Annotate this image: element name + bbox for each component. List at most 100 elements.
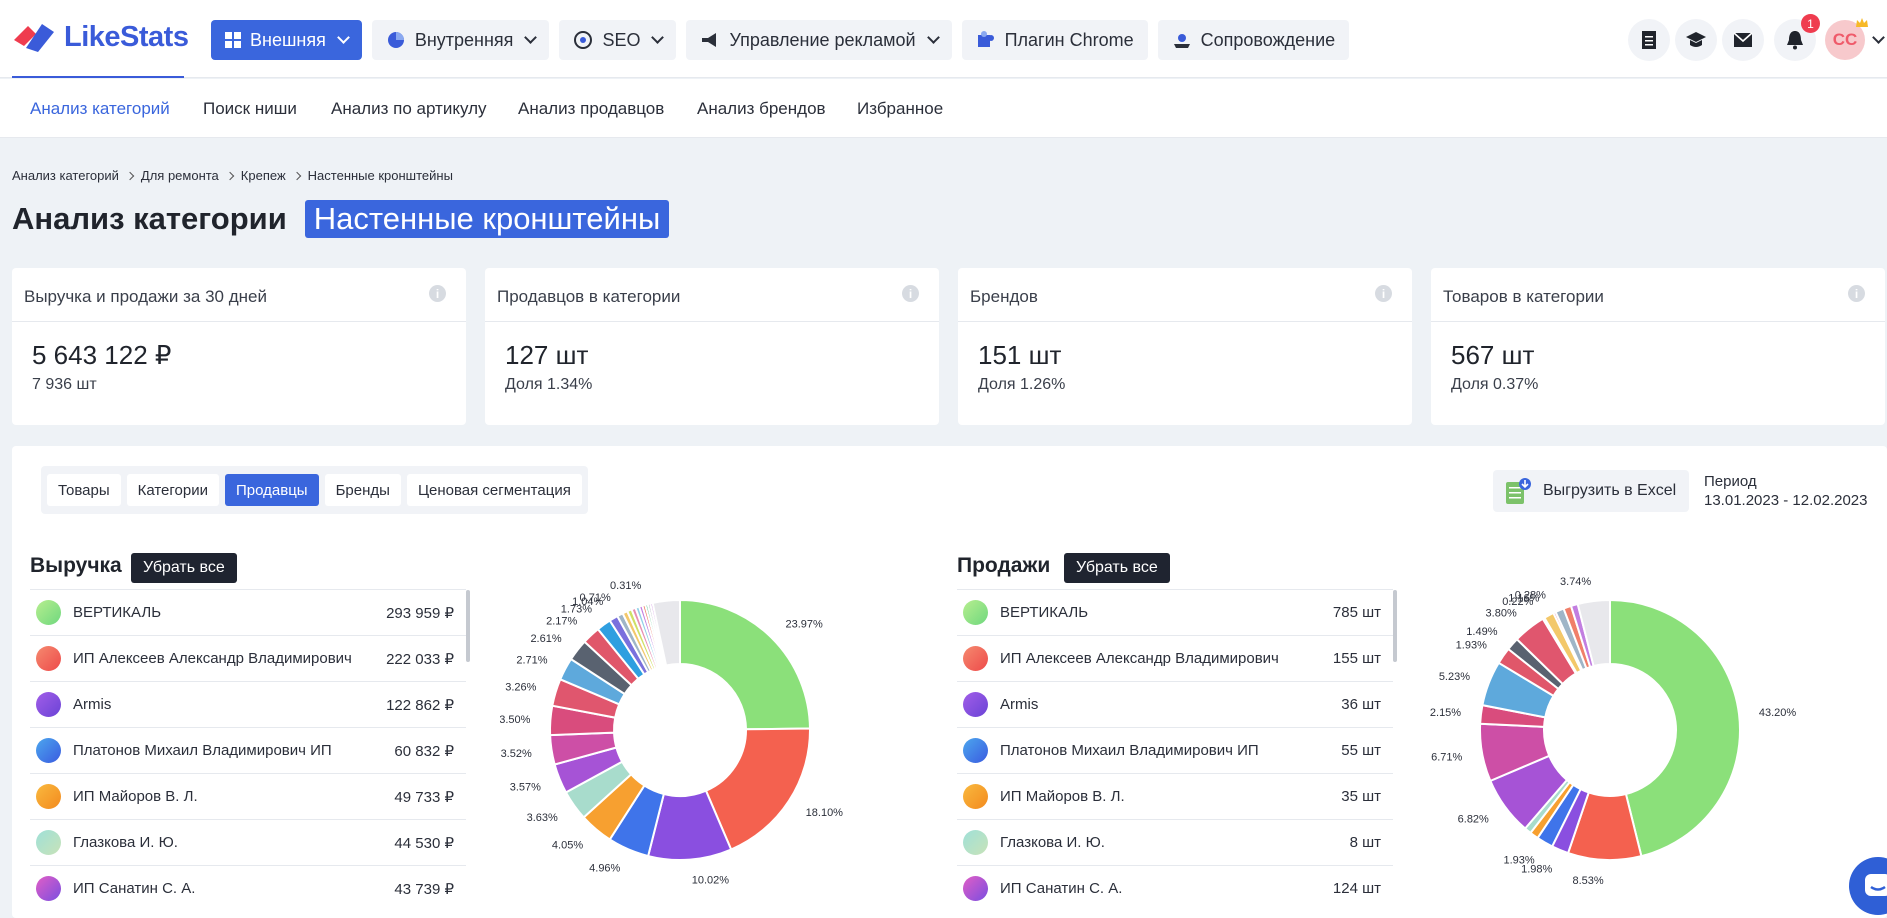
list-item[interactable]: ИП Алексеев Александр Владимирович 222 03… bbox=[30, 635, 466, 681]
chevron-down-icon[interactable] bbox=[1872, 31, 1885, 44]
list-item[interactable]: Глазкова И. Ю. 44 530 ₽ bbox=[30, 819, 466, 865]
avatar-initials: CC bbox=[1832, 30, 1858, 49]
brands-card: Брендов i 151 шт Доля 1.26% bbox=[958, 268, 1412, 425]
info-icon[interactable]: i bbox=[1375, 285, 1392, 302]
tab-sellers[interactable]: Продавцы bbox=[225, 474, 319, 506]
seo-icon bbox=[574, 31, 593, 49]
tab-products[interactable]: Товары bbox=[47, 474, 121, 506]
list-item[interactable]: ИП Майоров В. Л. 49 733 ₽ bbox=[30, 773, 466, 819]
period: Период 13.01.2023 - 12.02.2023 bbox=[1704, 472, 1867, 510]
scrollbar[interactable] bbox=[466, 590, 470, 662]
info-icon[interactable]: i bbox=[1848, 285, 1865, 302]
slice-label: 6.71% bbox=[1431, 751, 1462, 763]
chevron-right-icon bbox=[225, 171, 235, 180]
list-item[interactable]: ИП Санатин С. А. 43 739 ₽ bbox=[30, 865, 466, 911]
slice-label: 23.97% bbox=[785, 618, 823, 630]
tab-categories[interactable]: Категории bbox=[126, 474, 219, 506]
list-item[interactable]: Платонов Михаил Владимирович ИП 55 шт bbox=[957, 727, 1393, 773]
breadcrumb-item[interactable]: Крепеж bbox=[241, 168, 286, 183]
list-item[interactable]: Глазкова И. Ю. 8 шт bbox=[957, 819, 1393, 865]
nav-internal[interactable]: Внутренняя bbox=[371, 20, 550, 60]
slice-label: 2.71% bbox=[516, 655, 547, 667]
nav-external[interactable]: Внешняя bbox=[211, 20, 362, 60]
revenue-card: Выручка и продажи за 30 дней i 5 643 122… bbox=[12, 268, 466, 425]
subnav-favorites[interactable]: Избранное bbox=[857, 99, 943, 119]
education-button[interactable] bbox=[1675, 19, 1717, 61]
breadcrumb: Анализ категорий Для ремонта Крепеж Наст… bbox=[12, 168, 453, 183]
color-dot bbox=[36, 600, 61, 625]
seller-value: 155 шт bbox=[1332, 650, 1381, 667]
logo-text: LikeStats bbox=[64, 20, 189, 53]
list-item[interactable]: ИП Майоров В. Л. 35 шт bbox=[957, 773, 1393, 819]
list-item[interactable]: ИП Алексеев Александр Владимирович 155 шт bbox=[957, 635, 1393, 681]
color-dot bbox=[963, 692, 988, 717]
logo[interactable]: LikeStats bbox=[12, 20, 189, 54]
chevron-down-icon bbox=[926, 31, 940, 44]
chat-button[interactable]: 1 bbox=[1849, 857, 1887, 915]
crown-icon bbox=[1856, 18, 1868, 27]
nav-seo-label: SEO bbox=[602, 29, 641, 50]
chevron-right-icon bbox=[125, 171, 135, 180]
document-icon bbox=[1642, 31, 1656, 49]
color-dot bbox=[36, 646, 61, 671]
subnav-brand-analysis[interactable]: Анализ брендов bbox=[697, 99, 826, 119]
clear-all-button[interactable]: Убрать все bbox=[131, 553, 237, 583]
nav-chrome-plugin[interactable]: Плагин Chrome bbox=[961, 20, 1148, 60]
card-value: 127 шт bbox=[505, 340, 589, 370]
card-value: 151 шт bbox=[978, 340, 1062, 370]
list-item[interactable]: Armis 122 862 ₽ bbox=[30, 681, 466, 727]
clear-all-button[interactable]: Убрать все bbox=[1064, 553, 1170, 583]
tab-bar: Товары Категории Продавцы Бренды Ценовая… bbox=[41, 466, 588, 514]
graduation-cap-icon bbox=[1686, 32, 1706, 47]
card-title: Товаров в категории bbox=[1431, 268, 1885, 322]
nav-seo[interactable]: SEO bbox=[559, 20, 677, 60]
slice-label: 0.28% bbox=[1515, 589, 1546, 601]
breadcrumb-item[interactable]: Для ремонта bbox=[141, 168, 219, 183]
subnav-seller-analysis[interactable]: Анализ продавцов bbox=[518, 99, 664, 119]
card-subvalue: Доля 1.34% bbox=[505, 376, 593, 393]
seller-value: 293 959 ₽ bbox=[386, 604, 454, 622]
list-item[interactable]: Платонов Михаил Владимирович ИП 60 832 ₽ bbox=[30, 727, 466, 773]
slice-label: 2.17% bbox=[546, 616, 577, 628]
slice-label: 3.57% bbox=[510, 781, 541, 793]
subnav-category-analysis[interactable]: Анализ категорий bbox=[30, 99, 170, 119]
seller-value: 8 шт bbox=[1349, 834, 1381, 851]
subnav-article-analysis[interactable]: Анализ по артикулу bbox=[331, 99, 487, 119]
list-item[interactable]: ВЕРТИКАЛЬ 785 шт bbox=[957, 589, 1393, 635]
card-value: 567 шт bbox=[1451, 340, 1535, 370]
tab-price-segmentation[interactable]: Ценовая сегментация bbox=[406, 474, 582, 506]
tab-brands[interactable]: Бренды bbox=[324, 474, 401, 506]
list-item[interactable]: ВЕРТИКАЛЬ 293 959 ₽ bbox=[30, 589, 466, 635]
info-icon[interactable]: i bbox=[902, 285, 919, 302]
nav-ads[interactable]: Управление рекламой bbox=[686, 20, 952, 60]
notifications-badge: 1 bbox=[1801, 14, 1820, 33]
list-item[interactable]: Armis 36 шт bbox=[957, 681, 1393, 727]
nav-support[interactable]: Сопровождение bbox=[1157, 20, 1350, 60]
scrollbar[interactable] bbox=[1393, 590, 1397, 662]
seller-name: ИП Майоров В. Л. bbox=[73, 788, 198, 805]
card-title: Брендов bbox=[958, 268, 1412, 322]
list-item[interactable]: ИП Санатин С. А. 124 шт bbox=[957, 865, 1393, 911]
grid-icon bbox=[225, 32, 241, 48]
export-excel-button[interactable]: Выгрузить в Excel bbox=[1493, 470, 1689, 512]
card-title: Выручка и продажи за 30 дней bbox=[12, 268, 466, 322]
nav-external-label: Внешняя bbox=[250, 29, 326, 50]
sales-donut-chart: 43.20%8.53%1.98%1.93%6.82%6.71%2.15%5.23… bbox=[1430, 576, 1796, 887]
sellers-panel: Товары Категории Продавцы Бренды Ценовая… bbox=[12, 446, 1887, 918]
breadcrumb-item: Настенные кронштейны bbox=[307, 168, 453, 183]
subnav-niche-search[interactable]: Поиск ниши bbox=[203, 99, 297, 119]
chevron-down-icon bbox=[336, 31, 350, 44]
period-value: 13.01.2023 - 12.02.2023 bbox=[1704, 492, 1868, 509]
chat-icon bbox=[1865, 874, 1887, 896]
info-icon[interactable]: i bbox=[429, 285, 446, 302]
breadcrumb-item[interactable]: Анализ категорий bbox=[12, 168, 119, 183]
revenue-donut-chart: 23.97% 18.10% 10.02% 4.96% 4.05% 3.63% 3.57% 3.… bbox=[500, 580, 843, 886]
docs-button[interactable] bbox=[1628, 19, 1670, 61]
megaphone-icon bbox=[702, 33, 717, 47]
mail-button[interactable] bbox=[1722, 19, 1764, 61]
notifications-button[interactable]: 1 bbox=[1774, 14, 1820, 61]
color-dot bbox=[963, 600, 988, 625]
excel-icon bbox=[1506, 478, 1531, 504]
revenue-list: ВЕРТИКАЛЬ 293 959 ₽ ИП Алексеев Александр… bbox=[30, 589, 466, 911]
seller-name: ИП Санатин С. А. bbox=[73, 880, 196, 897]
